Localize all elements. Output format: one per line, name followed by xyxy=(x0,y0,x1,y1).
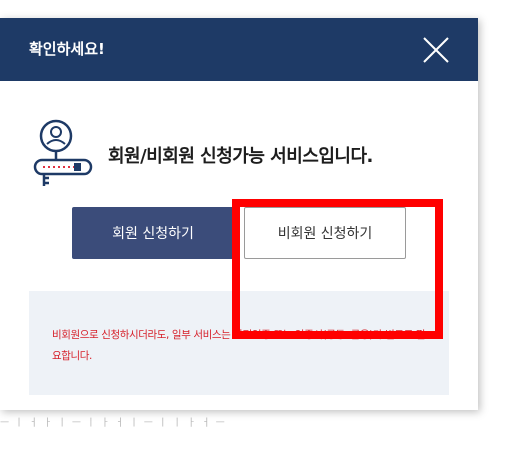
notice-box: 비회원으로 신청하시더라도, 일부 서비스는 간편인증 또는 인증서(공동, 금… xyxy=(29,291,449,395)
close-button[interactable] xyxy=(418,32,454,68)
notice-text: 비회원으로 신청하시더라도, 일부 서비스는 간편인증 또는 인증서(공동, 금… xyxy=(52,329,426,362)
close-icon xyxy=(423,37,449,63)
confirm-modal: 확인하세요! 회원/비회원 신청가능 서비스입니다. 회원 신청하기 비회원 신… xyxy=(0,18,478,410)
background-faint-text: ㅡ ㅣ ㅓ ㅏ ㅣ ㅡ ㅣ ㅏ ㅓ ㅣ ㅡ ㅣ ㅣ ㅏ ㅓ ㅡ xyxy=(0,418,226,429)
background-page: ㅡ ㅣ ㅓ ㅏ ㅣ ㅡ ㅣ ㅏ ㅓ ㅣ ㅡ ㅣ ㅣ ㅏ ㅓ ㅡ xyxy=(0,412,508,465)
member-key-icon xyxy=(33,119,93,186)
modal-title: 확인하세요! xyxy=(29,40,105,58)
info-row: 회원/비회원 신청가능 서비스입니다. xyxy=(30,114,450,194)
info-text: 회원/비회원 신청가능 서비스입니다. xyxy=(108,146,373,167)
member-apply-button[interactable]: 회원 신청하기 xyxy=(72,207,234,259)
modal-header: 확인하세요! xyxy=(0,18,478,81)
nonmember-apply-button[interactable]: 비회원 신청하기 xyxy=(244,207,406,259)
